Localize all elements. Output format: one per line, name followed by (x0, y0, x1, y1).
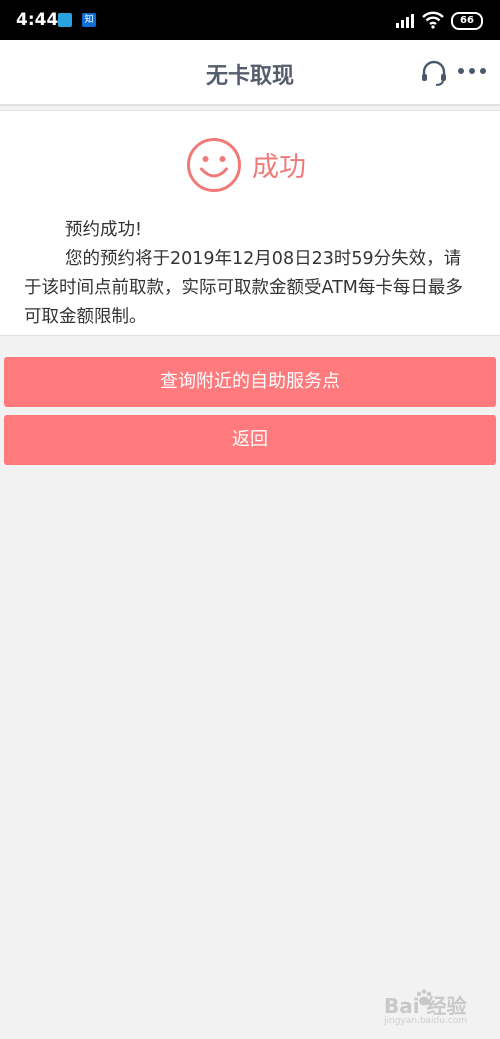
battery-icon: 66 (451, 12, 483, 30)
headset-icon[interactable] (420, 60, 448, 86)
wifi-icon (422, 11, 444, 29)
status-bar: 4:44 知 66 (0, 0, 500, 40)
status-time: 4:44 (16, 10, 59, 30)
watermark-sub: jingyan.baidu.com (384, 1016, 468, 1026)
success-title: 成功 (252, 152, 306, 183)
result-line-1: 预约成功! (65, 220, 143, 240)
back-button[interactable]: 返回 (4, 415, 496, 465)
telegram-icon (58, 13, 72, 27)
signal-icon (396, 14, 414, 28)
zhihu-icon: 知 (82, 13, 96, 27)
nearby-service-button[interactable]: 查询附近的自助服务点 (4, 357, 496, 407)
more-icon[interactable] (457, 66, 487, 76)
smiley-icon (187, 138, 241, 192)
result-line-2: 您的预约将于2019年12月08日23时59分失效，请于该时间点前取款，实际可取… (24, 249, 463, 327)
result-message: 预约成功! 您的预约将于2019年12月08日23时59分失效，请于该时间点前取… (24, 216, 476, 332)
baidu-watermark: Bai 经验 jingyan.baidu.com (384, 988, 494, 1032)
watermark-main: Bai 经验 (384, 994, 467, 1018)
